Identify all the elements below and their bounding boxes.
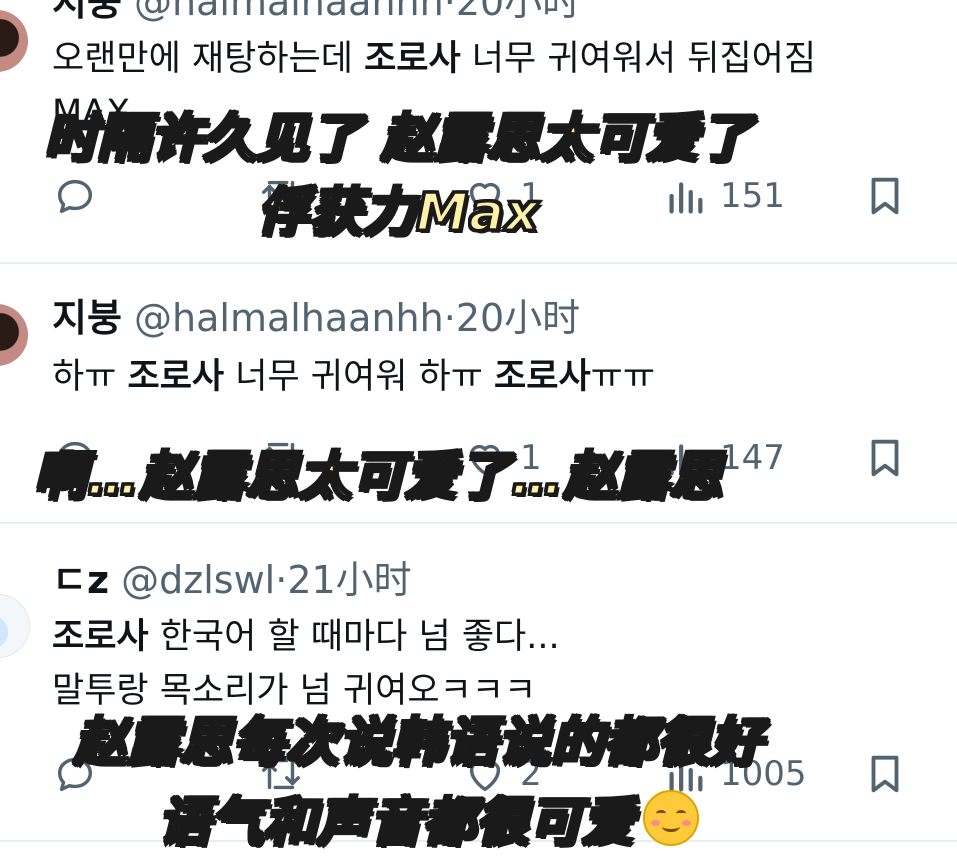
like-icon xyxy=(469,444,501,476)
retweet-icon xyxy=(262,180,300,212)
bookmark-icon xyxy=(871,439,899,477)
timestamp[interactable]: 21小时 xyxy=(287,558,411,602)
text-segment: 오랜만에 재탕하는데 xyxy=(52,39,365,79)
retweet-button[interactable] xyxy=(258,166,316,226)
author-name[interactable]: 지붕 xyxy=(52,296,122,340)
author-handle[interactable]: @halmalhaanhh xyxy=(134,0,444,24)
tweet-text-line2: 말투랑 목소리가 넘 귀여오ㅋㅋㅋ xyxy=(52,671,537,711)
views-button[interactable]: 1005 xyxy=(662,744,807,804)
action-bar: 2 1005 xyxy=(0,744,957,804)
separator-dot: · xyxy=(443,0,456,24)
text-bold-segment: 조로사 xyxy=(127,357,225,397)
author-handle[interactable]: @halmalhaanhh xyxy=(134,296,444,340)
views-button[interactable]: 147 xyxy=(662,428,785,488)
avatar[interactable] xyxy=(0,304,28,366)
action-bar: 1 147 xyxy=(0,428,957,488)
view-count: 147 xyxy=(720,438,785,478)
text-bold-segment: 조로사 xyxy=(364,39,461,79)
reply-icon xyxy=(57,441,93,476)
timestamp[interactable]: 20小时 xyxy=(456,296,580,340)
views-button[interactable]: 151 xyxy=(662,166,785,226)
text-segment: 너무 귀여워서 뒤집어짐 xyxy=(460,39,817,79)
views-icon xyxy=(669,182,703,214)
author-handle[interactable]: @dzlswl xyxy=(121,558,275,602)
like-icon xyxy=(469,760,501,792)
text-segment: 한국어 할 때마다 넘 좋다... xyxy=(148,617,560,657)
reply-button[interactable] xyxy=(52,166,110,226)
action-bar: 1 151 xyxy=(0,166,957,226)
views-icon xyxy=(669,444,703,476)
retweet-icon xyxy=(262,758,300,790)
like-button[interactable]: 2 xyxy=(462,744,542,804)
timestamp[interactable]: 20小时 xyxy=(456,0,580,24)
avatar[interactable] xyxy=(0,10,28,72)
retweet-button[interactable] xyxy=(258,744,316,804)
tweet-text: 오랜만에 재탕하는데 조로사 너무 귀여워서 뒤집어짐 xyxy=(52,34,816,84)
reply-button[interactable] xyxy=(52,428,110,488)
tweet-header: 지붕 @halmalhaanhh·20小时 xyxy=(52,0,580,26)
retweet-button[interactable] xyxy=(258,428,316,488)
separator-dot: · xyxy=(443,296,456,340)
bookmark-button[interactable] xyxy=(862,166,908,226)
retweet-icon xyxy=(262,442,300,474)
text-segment: 하ㅠ xyxy=(52,357,128,397)
like-count: 1 xyxy=(520,438,542,478)
view-count: 151 xyxy=(720,176,785,216)
tweet-3[interactable]: ㄷz @dzlswl·21小时 조로사 한국어 할 때마다 넘 좋다... 말투… xyxy=(0,524,957,836)
like-button[interactable]: 1 xyxy=(462,166,542,226)
tweet-header: ㄷz @dzlswl·21小时 xyxy=(52,556,412,604)
like-icon xyxy=(469,182,501,214)
author-name[interactable]: 지붕 xyxy=(52,0,122,24)
tweet-1[interactable]: 지붕 @halmalhaanhh·20小时 오랜만에 재탕하는데 조로사 너무 … xyxy=(0,0,957,262)
avatar[interactable] xyxy=(0,594,30,658)
like-button[interactable]: 1 xyxy=(462,428,542,488)
bookmark-icon xyxy=(871,177,899,215)
like-count: 1 xyxy=(520,176,542,216)
tweet-2[interactable]: 지붕 @halmalhaanhh·20小时 하ㅠ 조로사 너무 귀여워 하ㅠ 조… xyxy=(0,264,957,522)
bookmark-button[interactable] xyxy=(862,428,908,488)
tweet-text-line2: MAX xyxy=(52,93,131,133)
like-count: 2 xyxy=(520,754,542,794)
bookmark-icon xyxy=(871,755,899,793)
reply-icon xyxy=(57,179,93,214)
separator-dot: · xyxy=(275,558,288,602)
text-segment: ㅠㅠ xyxy=(590,357,656,397)
tweet-divider xyxy=(0,840,957,842)
reply-icon xyxy=(57,757,93,792)
text-segment: 너무 귀여워 하ㅠ xyxy=(224,357,495,397)
tweet-header: 지붕 @halmalhaanhh·20小时 xyxy=(52,294,580,342)
bookmark-button[interactable] xyxy=(862,744,908,804)
author-name[interactable]: ㄷz xyxy=(52,558,109,602)
text-bold-segment: 조로사 xyxy=(52,617,149,657)
reply-button[interactable] xyxy=(52,744,110,804)
text-bold-segment: 조로사 xyxy=(494,357,591,397)
views-icon xyxy=(669,760,703,792)
view-count: 1005 xyxy=(720,754,807,794)
tweet-text: 하ㅠ 조로사 너무 귀여워 하ㅠ 조로사ㅠㅠ xyxy=(52,352,655,402)
tweet-text: 조로사 한국어 할 때마다 넘 좋다... xyxy=(52,612,560,662)
